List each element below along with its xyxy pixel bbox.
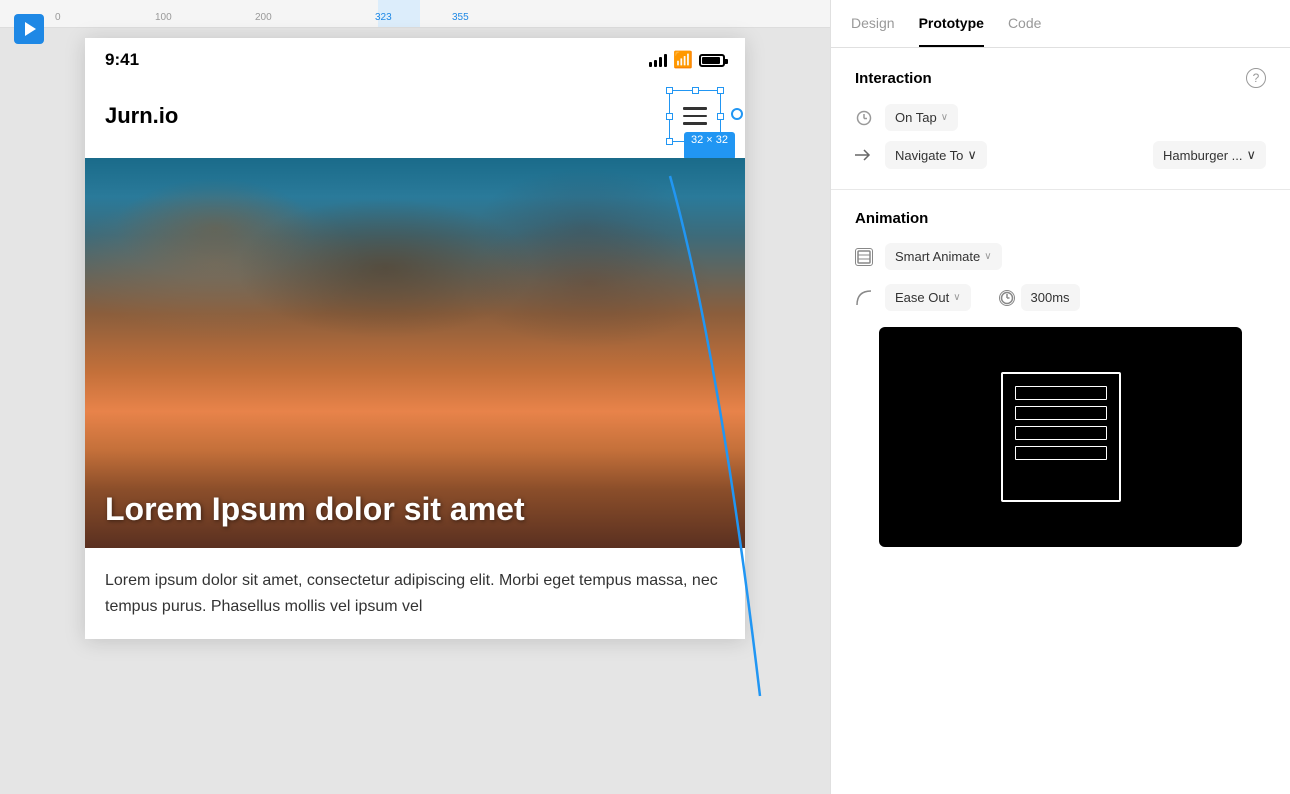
ease-out-label: Ease Out <box>895 290 949 305</box>
duration-container: 300ms <box>999 284 1080 311</box>
navigate-to-label: Navigate To <box>895 148 963 163</box>
smart-animate-dropdown[interactable]: Smart Animate ∨ <box>885 243 1002 270</box>
connection-dot[interactable] <box>731 108 743 120</box>
interaction-header: Interaction ? <box>855 68 1266 88</box>
interaction-title: Interaction <box>855 70 932 87</box>
ruler-mark-355: 355 <box>452 12 469 23</box>
clock-icon <box>855 109 873 127</box>
status-icons: 📶 <box>649 50 725 70</box>
navigate-to-dropdown[interactable]: Navigate To ∨ <box>885 141 987 169</box>
on-tap-chevron-icon: ∨ <box>941 112 948 123</box>
preview-line-3 <box>1015 426 1107 440</box>
ruler: 0 100 200 323 355 <box>0 0 830 28</box>
animation-header: Animation <box>855 210 1266 227</box>
phone-canvas: 9:41 📶 Jurn.io <box>0 28 830 794</box>
panel-tabs: Design Prototype Code <box>831 0 1290 48</box>
body-text: Lorem ipsum dolor sit amet, consectetur … <box>85 548 745 639</box>
play-button[interactable] <box>14 14 44 44</box>
ruler-mark-323: 323 <box>375 12 392 23</box>
interaction-section: Interaction ? On Tap ∨ <box>831 48 1290 190</box>
hero-title: Lorem Ipsum dolor sit amet <box>105 491 525 528</box>
tab-design[interactable]: Design <box>851 1 895 47</box>
cloud-3 <box>475 168 695 288</box>
animation-preview <box>879 327 1242 547</box>
phone-frame: 9:41 📶 Jurn.io <box>85 38 745 639</box>
handle-top-right[interactable] <box>717 87 724 94</box>
brand-name: Jurn.io <box>105 103 178 129</box>
on-tap-row: On Tap ∨ <box>855 104 1266 131</box>
handle-left-mid[interactable] <box>666 113 673 120</box>
hero-image: Lorem Ipsum dolor sit amet <box>85 158 745 548</box>
ease-out-chevron-icon: ∨ <box>953 292 960 303</box>
arrow-right-icon <box>855 146 873 164</box>
destination-label: Hamburger ... <box>1163 148 1242 163</box>
wifi-icon: 📶 <box>673 50 693 70</box>
smart-animate-icon <box>855 248 873 266</box>
ruler-mark-200: 200 <box>255 12 272 23</box>
navigate-to-row: Navigate To ∨ Hamburger ... ∨ <box>855 141 1266 169</box>
handle-bottom-left[interactable] <box>666 138 673 145</box>
nav-bar: Jurn.io <box>85 78 745 158</box>
ease-curve-icon <box>855 289 873 307</box>
smart-animate-row: Smart Animate ∨ <box>855 243 1266 270</box>
preview-line-1 <box>1015 386 1107 400</box>
tab-code[interactable]: Code <box>1008 1 1041 47</box>
tab-prototype[interactable]: Prototype <box>919 1 984 47</box>
status-bar: 9:41 📶 <box>85 38 745 78</box>
timer-icon <box>999 290 1015 306</box>
handle-top-mid[interactable] <box>692 87 699 94</box>
battery-icon <box>699 54 725 67</box>
hamburger-selected-container[interactable]: 32 × 32 <box>665 86 725 146</box>
status-time: 9:41 <box>105 50 139 70</box>
smart-animate-chevron-icon: ∨ <box>984 251 991 262</box>
smart-animate-label: Smart Animate <box>895 249 980 264</box>
navigate-to-chevron-icon: ∨ <box>967 147 977 163</box>
size-label: 32 × 32 <box>684 132 735 160</box>
ease-out-row: Ease Out ∨ 300ms <box>855 284 1266 311</box>
animation-title: Animation <box>855 210 928 227</box>
handle-right-mid[interactable] <box>717 113 724 120</box>
preview-line-2 <box>1015 406 1107 420</box>
ease-out-dropdown[interactable]: Ease Out ∨ <box>885 284 971 311</box>
animation-section: Animation Smart Animate ∨ <box>831 190 1290 587</box>
ruler-mark-0: 0 <box>55 12 61 23</box>
right-panel: Design Prototype Code Interaction ? On T… <box>830 0 1290 794</box>
on-tap-dropdown[interactable]: On Tap ∨ <box>885 104 958 131</box>
ruler-mark-100: 100 <box>155 12 172 23</box>
signal-bars-icon <box>649 54 667 67</box>
play-triangle-icon <box>25 22 36 36</box>
help-icon[interactable]: ? <box>1246 68 1266 88</box>
preview-line-4 <box>1015 446 1107 460</box>
preview-component <box>1001 372 1121 502</box>
on-tap-label: On Tap <box>895 110 937 125</box>
handle-top-left[interactable] <box>666 87 673 94</box>
duration-button[interactable]: 300ms <box>1021 284 1080 311</box>
canvas-area: 0 100 200 323 355 9:41 📶 <box>0 0 830 794</box>
destination-dropdown[interactable]: Hamburger ... ∨ <box>1153 141 1266 169</box>
destination-chevron-icon: ∨ <box>1246 147 1256 163</box>
